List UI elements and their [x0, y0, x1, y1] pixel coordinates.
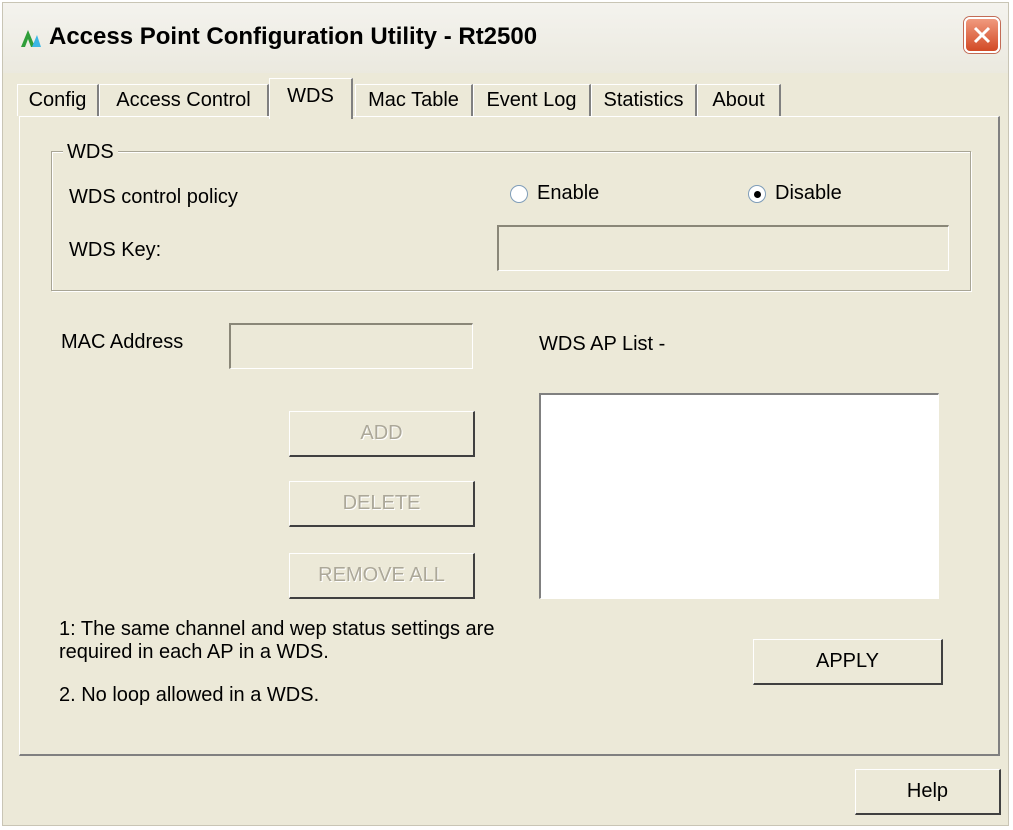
disable-radio[interactable]	[748, 185, 766, 203]
add-button[interactable]: ADD	[289, 411, 475, 457]
enable-radio-label[interactable]: Enable	[537, 182, 599, 205]
tab-access-control[interactable]: Access Control	[99, 84, 269, 116]
tab-about[interactable]: About	[697, 84, 781, 116]
window-title: Access Point Configuration Utility - Rt2…	[49, 23, 538, 50]
title-bar[interactable]: Access Point Configuration Utility - Rt2…	[3, 3, 1008, 73]
wds-key-label: WDS Key:	[69, 239, 162, 261]
wds-ap-listbox[interactable]	[539, 393, 939, 599]
tab-label: Access Control	[116, 89, 251, 111]
disable-radio-label[interactable]: Disable	[775, 182, 842, 205]
tab-event-log[interactable]: Event Log	[473, 84, 591, 116]
note-1-line-1: 1: The same channel and wep status setti…	[59, 618, 495, 640]
radio-selected-dot	[754, 191, 761, 198]
tab-label: Mac Table	[368, 89, 459, 111]
tab-label: WDS	[287, 85, 334, 107]
tab-config[interactable]: Config	[17, 84, 99, 116]
close-icon	[973, 26, 991, 44]
tab-mac-table[interactable]: Mac Table	[355, 84, 473, 116]
tab-label: About	[712, 89, 765, 111]
delete-button[interactable]: DELETE	[289, 481, 475, 527]
close-button[interactable]	[964, 17, 1000, 53]
mac-address-label: MAC Address	[61, 331, 184, 353]
tab-label: Event Log	[486, 89, 577, 111]
config-window: Access Point Configuration Utility - Rt2…	[2, 2, 1009, 826]
wds-key-field[interactable]	[497, 225, 949, 271]
tab-statistics[interactable]: Statistics	[591, 84, 697, 116]
enable-radio[interactable]	[510, 185, 528, 203]
wds-policy-label: WDS control policy	[69, 186, 238, 208]
mac-address-field[interactable]	[229, 323, 473, 369]
note-2: 2. No loop allowed in a WDS.	[59, 684, 320, 706]
tab-label: Statistics	[603, 89, 684, 111]
tab-wds[interactable]: WDS	[269, 78, 353, 119]
tab-label: Config	[28, 89, 87, 111]
apply-button[interactable]: APPLY	[753, 639, 943, 685]
wds-ap-list-label: WDS AP List -	[539, 333, 666, 355]
help-button[interactable]: Help	[855, 769, 1001, 815]
wds-group-title: WDS	[63, 141, 118, 164]
ap-logo-icon	[19, 27, 43, 49]
note-1-line-2: required in each AP in a WDS.	[59, 641, 329, 663]
remove-all-button[interactable]: REMOVE ALL	[289, 553, 475, 599]
